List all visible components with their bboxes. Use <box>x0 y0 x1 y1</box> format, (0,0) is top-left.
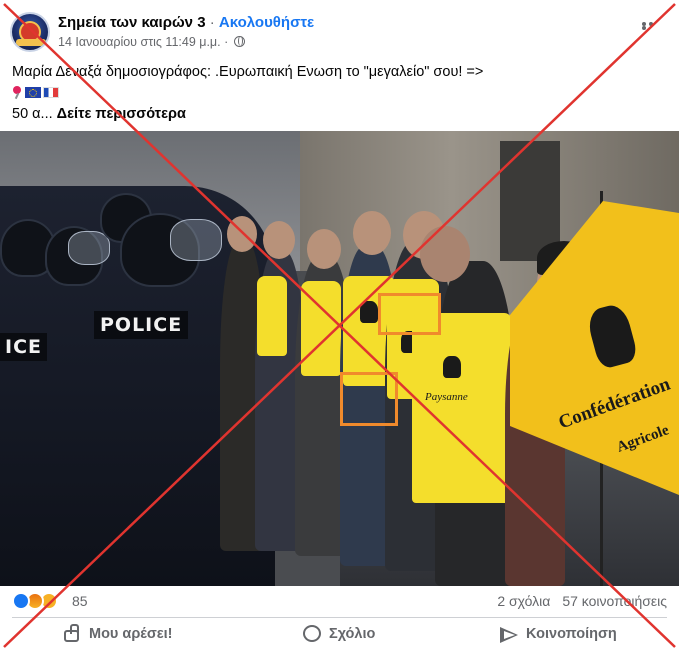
post-text-line: Μαρία Δεναξά δημοσιογράφος: .Ευρωπαική Ε… <box>12 64 484 80</box>
like-reaction-icon <box>12 592 30 610</box>
more-options-icon[interactable] <box>642 22 662 30</box>
emoji-group <box>12 84 59 104</box>
post-text-truncated: 50 α... Δείτε περισσότερα <box>12 104 662 124</box>
like-icon <box>62 624 82 644</box>
comment-button[interactable]: Σχόλιο <box>302 620 375 648</box>
meta-separator: · <box>220 35 232 49</box>
farmer-head <box>307 229 341 269</box>
share-button[interactable]: Κοινοποίηση <box>499 620 617 648</box>
post-actions: Μου αρέσει! Σχόλιο Κοινοποίηση <box>0 620 679 648</box>
farmer-vest <box>301 281 341 376</box>
action-divider <box>12 617 667 618</box>
farmer-head <box>420 226 470 282</box>
dot <box>642 26 646 30</box>
police-back-label: POLICE <box>94 311 189 339</box>
page-name-link[interactable]: Σημεία των καιρών 3 <box>58 14 206 31</box>
comment-label: Σχόλιο <box>329 626 376 642</box>
like-label: Μου αρέσει! <box>89 626 173 642</box>
handcuff-highlight-box <box>340 372 398 426</box>
post-meta: 14 Ιανουαρίου στις 11:49 μ.μ. · <box>58 35 245 49</box>
title-separator: · <box>205 14 219 31</box>
page-avatar[interactable] <box>10 12 50 52</box>
post-text-emoji-line <box>12 82 662 104</box>
farmer-head <box>227 216 257 252</box>
share-glyph <box>500 627 518 643</box>
police-visor <box>68 231 110 265</box>
farmer-head <box>263 221 295 259</box>
share-label: Κοινοποίηση <box>526 626 617 642</box>
like-button[interactable]: Μου αρέσει! <box>62 620 173 648</box>
post-header: Σημεία των καιρών 3 · Ακολουθήστε 14 Ιαν… <box>0 0 679 58</box>
france-flag-icon <box>43 87 59 98</box>
post-text: Μαρία Δεναξά δημοσιογράφος: .Ευρωπαική Ε… <box>12 62 662 124</box>
police-back-label-2: ICE <box>0 333 47 361</box>
post-text-excerpt: 50 α... <box>12 106 53 122</box>
post-timestamp[interactable]: 14 Ιανουαρίου στις 11:49 μ.μ. <box>58 35 221 49</box>
like-glyph <box>64 624 79 642</box>
comment-count[interactable]: 2 σχόλια <box>497 593 550 609</box>
share-count[interactable]: 57 κοινοποιήσεις <box>562 593 667 609</box>
vest-text: Paysanne <box>425 391 468 403</box>
handcuff-highlight-box <box>378 293 441 335</box>
dot <box>649 22 653 26</box>
share-icon <box>499 624 519 644</box>
follow-button[interactable]: Ακολουθήστε <box>219 14 314 31</box>
comment-icon <box>302 624 322 644</box>
farmer-vest <box>257 276 287 356</box>
farmer-vest <box>412 313 512 503</box>
page-title-row: Σημεία των καιρών 3 · Ακολουθήστε <box>58 14 314 31</box>
globe-icon <box>233 36 245 47</box>
reaction-count[interactable]: 85 <box>72 593 88 609</box>
farmer-head <box>353 211 391 255</box>
see-more-link[interactable]: Δείτε περισσότερα <box>57 106 186 122</box>
eu-flag-icon <box>25 87 41 98</box>
comment-glyph <box>303 625 321 642</box>
vest-logo <box>360 301 378 323</box>
engagement-stats: 2 σχόλια 57 κοινοποιήσεις <box>497 593 667 609</box>
post-photo[interactable]: POLICE ICE Paysanne Confédération Agrico… <box>0 131 679 586</box>
vest-logo <box>443 356 461 378</box>
pin-icon <box>12 86 22 98</box>
avatar-band <box>16 39 46 46</box>
